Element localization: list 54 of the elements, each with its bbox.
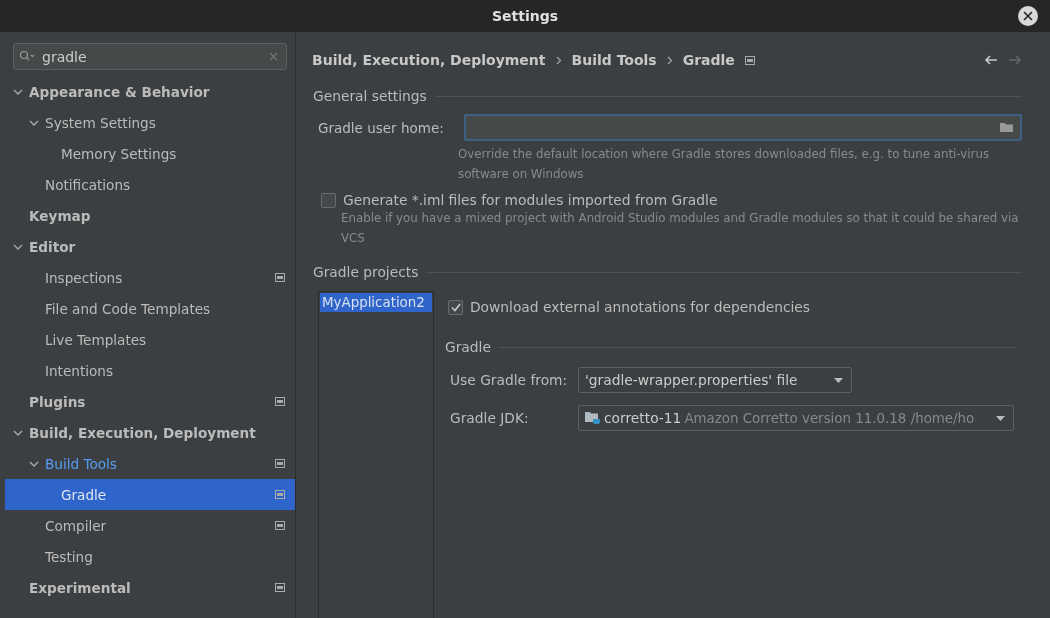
tree-item[interactable]: Plugins [5,386,295,417]
folder-icon[interactable] [1000,122,1014,133]
caret-icon [834,377,843,383]
tree-item[interactable]: System Settings [5,107,295,138]
breadcrumb-item[interactable]: Gradle [682,52,735,68]
checkbox-label[interactable]: Generate *.iml files for modules imported from Gradle [343,192,718,208]
hint-text: Enable if you have a mixed project with Android Studio modules and Gradle modules so that it could be shared via VCS [341,210,1020,247]
chevron-icon [555,55,562,65]
tree-item[interactable]: Appearance & Behavior [5,76,295,107]
caret-icon [996,415,1005,421]
tree-item[interactable]: Experimental [5,572,295,603]
field-label: Use Gradle from: [449,372,569,388]
close-icon [1023,11,1033,21]
dropdown[interactable]: 'gradle-wrapper.properties' file [578,367,852,393]
checkbox-label[interactable]: Download external annotations for dependencies [470,299,811,315]
tree-item[interactable]: Compiler [5,510,295,541]
tree-item[interactable]: Build, Execution, Deployment [5,417,295,448]
breadcrumb-item[interactable]: Build, Execution, Deployment [312,52,546,68]
dropdown[interactable]: corretto-11 Amazon Corretto version 11.0.18 /home/ho [578,405,1014,431]
checkbox[interactable] [448,299,463,315]
project-icon [744,55,755,65]
search-icon [19,50,35,62]
tree-item[interactable]: File and Code Templates [5,293,295,324]
tree-item[interactable]: Intentions [5,355,295,386]
field-label: Gradle JDK: [449,410,530,426]
tree-item[interactable]: Keymap [5,200,295,231]
checkbox[interactable] [321,192,336,208]
tree-item[interactable]: Gradle [5,479,295,510]
folder-icon [585,411,601,425]
tree-item[interactable]: Inspections [5,262,295,293]
window-title: Settings [491,8,559,24]
tree-item[interactable]: Testing [5,541,295,572]
tree-item[interactable]: Build Tools [5,448,295,479]
chevron-icon[interactable] [29,459,39,468]
section-title: Gradle [445,339,491,355]
input-field[interactable] [464,114,1022,141]
chevron-icon[interactable] [13,87,23,96]
section-title: General settings [313,88,427,104]
field-label: Gradle user home: [317,119,445,136]
search-field[interactable]: gradle [13,43,287,70]
chevron-icon[interactable] [13,242,23,251]
project-item[interactable]: MyApplication2 [320,293,432,312]
chevron-icon [666,55,673,65]
close-button[interactable] [1018,6,1038,26]
chevron-icon[interactable] [13,428,23,437]
tree-item[interactable]: Notifications [5,169,295,200]
section-title: Gradle projects [313,264,419,280]
tree-item[interactable]: Memory Settings [5,138,295,169]
tree-item[interactable]: Live Templates [5,324,295,355]
back-arrow-icon[interactable] [984,55,998,65]
chevron-icon[interactable] [29,118,39,127]
hint-text: Override the default location where Gradle stores downloaded files, e.g. to tune anti-virus software on Windows [458,146,991,183]
tree-item[interactable]: Editor [5,231,295,262]
breadcrumb-item[interactable]: Build Tools [571,52,657,68]
